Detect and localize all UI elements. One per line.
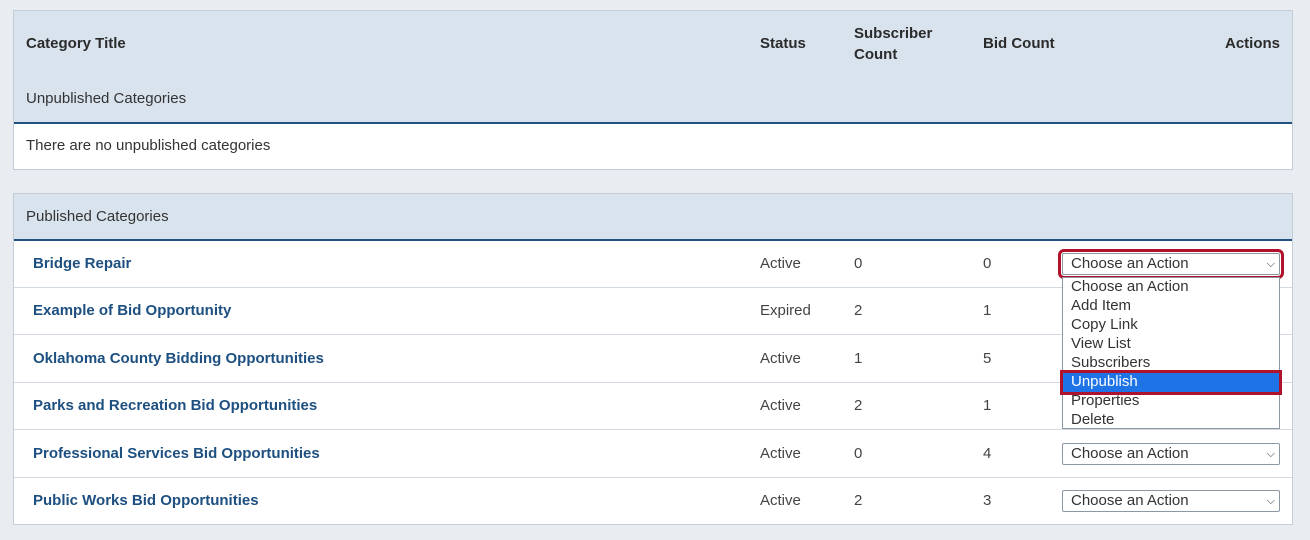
- dropdown-option-unpublish[interactable]: Unpublish: [1060, 370, 1282, 395]
- dropdown-option-delete[interactable]: Delete: [1063, 411, 1279, 430]
- column-header-actions: Actions: [1224, 35, 1280, 52]
- column-header-category-title: Category Title: [26, 35, 126, 52]
- unpublished-section-label: Unpublished Categories: [26, 90, 187, 107]
- status-cell: Active: [760, 397, 801, 414]
- status-cell: Active: [760, 255, 801, 272]
- action-select[interactable]: Choose an Action ⌵: [1062, 490, 1280, 512]
- published-section-label: Published Categories: [26, 208, 169, 225]
- chevron-down-icon: ⌵: [1266, 495, 1275, 507]
- action-select-value: Choose an Action: [1071, 255, 1189, 272]
- status-cell: Active: [760, 350, 801, 367]
- dropdown-option-subscribers[interactable]: Subscribers: [1063, 354, 1279, 373]
- subscriber-count-cell: 0: [854, 255, 863, 272]
- subscriber-count-cell: 0: [854, 445, 863, 462]
- action-select-value: Choose an Action: [1071, 445, 1189, 462]
- bid-count-cell: 1: [983, 397, 992, 414]
- column-header-subscriber-line1: Subscriber: [854, 25, 933, 42]
- bid-count-cell: 3: [983, 492, 992, 509]
- dropdown-option-view-list[interactable]: View List: [1063, 335, 1279, 354]
- dropdown-option-copy-link[interactable]: Copy Link: [1063, 316, 1279, 335]
- chevron-down-icon: ⌵: [1266, 448, 1275, 460]
- category-link[interactable]: Parks and Recreation Bid Opportunities: [33, 397, 317, 415]
- action-select[interactable]: Choose an Action ⌵: [1058, 249, 1284, 279]
- status-cell: Active: [760, 445, 801, 462]
- bid-count-cell: 5: [983, 350, 992, 367]
- bid-count-cell: 0: [983, 255, 992, 272]
- action-select-value: Choose an Action: [1071, 492, 1189, 509]
- subscriber-count-cell: 2: [854, 397, 863, 414]
- dropdown-option-properties[interactable]: Properties: [1063, 392, 1279, 411]
- subscriber-count-cell: 2: [854, 302, 863, 319]
- category-link[interactable]: Public Works Bid Opportunities: [33, 492, 259, 510]
- dropdown-option-add-item[interactable]: Add Item: [1063, 297, 1279, 316]
- column-header-subscriber-line2: Count: [854, 46, 898, 63]
- category-link[interactable]: Oklahoma County Bidding Opportunities: [33, 350, 324, 368]
- subscriber-count-cell: 2: [854, 492, 863, 509]
- category-link[interactable]: Bridge Repair: [33, 255, 131, 273]
- status-cell: Active: [760, 492, 801, 509]
- action-dropdown-list: Choose an Action Add Item Copy Link View…: [1060, 277, 1282, 430]
- column-header-subscriber-count: Subscriber Count: [854, 23, 932, 65]
- category-link[interactable]: Professional Services Bid Opportunities: [33, 445, 320, 463]
- empty-unpublished-message: There are no unpublished categories: [26, 137, 271, 154]
- status-cell: Expired: [760, 302, 811, 319]
- column-header-bid-count: Bid Count: [983, 35, 1055, 52]
- action-select[interactable]: Choose an Action ⌵: [1062, 443, 1280, 465]
- table-header: Category Title Status Subscriber Count B…: [14, 11, 1292, 124]
- unpublished-panel: Category Title Status Subscriber Count B…: [13, 10, 1293, 170]
- bid-count-cell: 4: [983, 445, 992, 462]
- bid-count-cell: 1: [983, 302, 992, 319]
- category-link[interactable]: Example of Bid Opportunity: [33, 302, 231, 320]
- chevron-down-icon: ⌵: [1266, 258, 1275, 270]
- table-row: Public Works Bid Opportunities Active 2 …: [14, 478, 1292, 525]
- table-row: Professional Services Bid Opportunities …: [14, 431, 1292, 478]
- published-header: Published Categories: [14, 194, 1292, 241]
- column-header-status: Status: [760, 35, 806, 52]
- subscriber-count-cell: 1: [854, 350, 863, 367]
- dropdown-option-choose-an-action[interactable]: Choose an Action: [1063, 278, 1279, 297]
